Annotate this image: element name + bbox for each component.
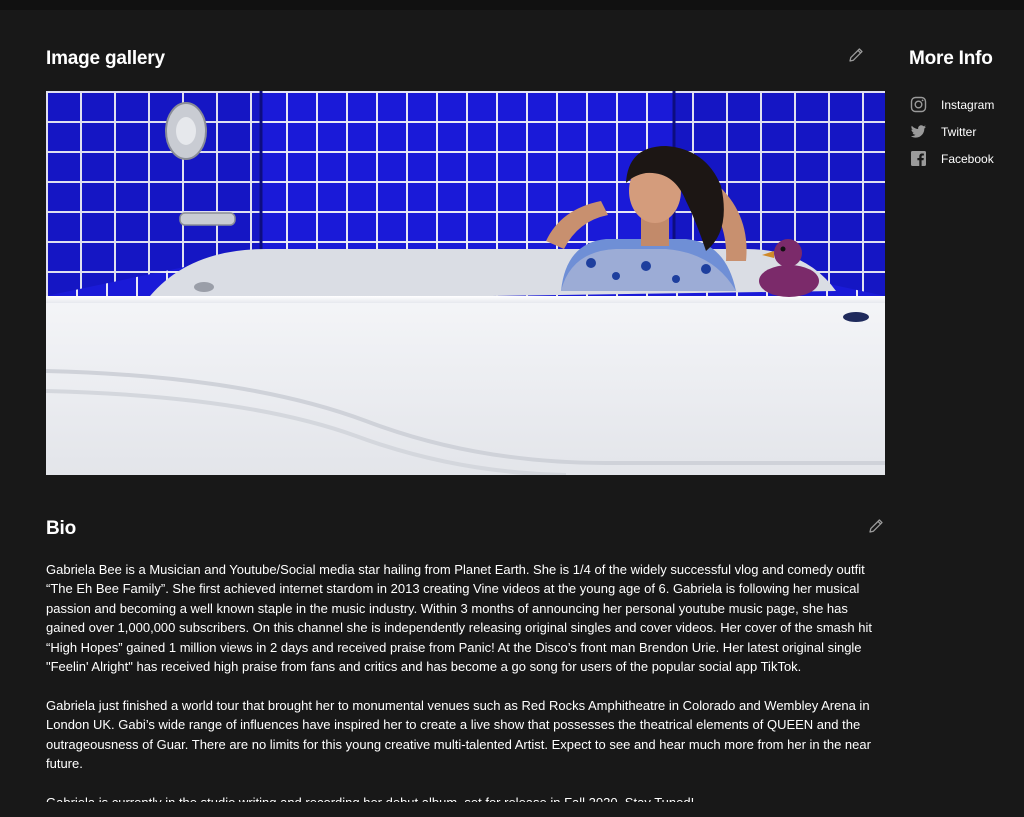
twitter-link[interactable]: Twitter [910,118,1020,145]
bio-paragraph: Gabriela Bee is a Musician and Youtube/S… [46,562,872,675]
bio-paragraph: Gabriela is currently in the studio writ… [46,793,886,802]
gallery-image[interactable] [46,91,885,475]
social-links-list: Instagram Twitter Facebook [910,91,1020,172]
facebook-label: Facebook [941,151,994,166]
facebook-link[interactable]: Facebook [910,145,1020,172]
gallery-photo [46,91,885,475]
facebook-icon [911,151,926,166]
twitter-label: Twitter [941,124,977,139]
more-info-title: More Info [909,48,993,69]
instagram-link[interactable]: Instagram [910,91,1020,118]
instagram-label: Instagram [941,97,995,112]
twitter-icon [910,125,926,138]
edit-bio-button[interactable] [867,517,885,535]
edit-gallery-button[interactable] [847,46,865,64]
bio-title: Bio [46,518,77,539]
bio-text: Gabriela Bee is a Musician and Youtube/S… [46,560,886,802]
top-bar [0,0,1024,10]
bio-paragraph: Gabriela just finished a world tour that… [46,697,871,772]
gallery-title: Image gallery [46,48,165,69]
instagram-icon [910,96,927,113]
